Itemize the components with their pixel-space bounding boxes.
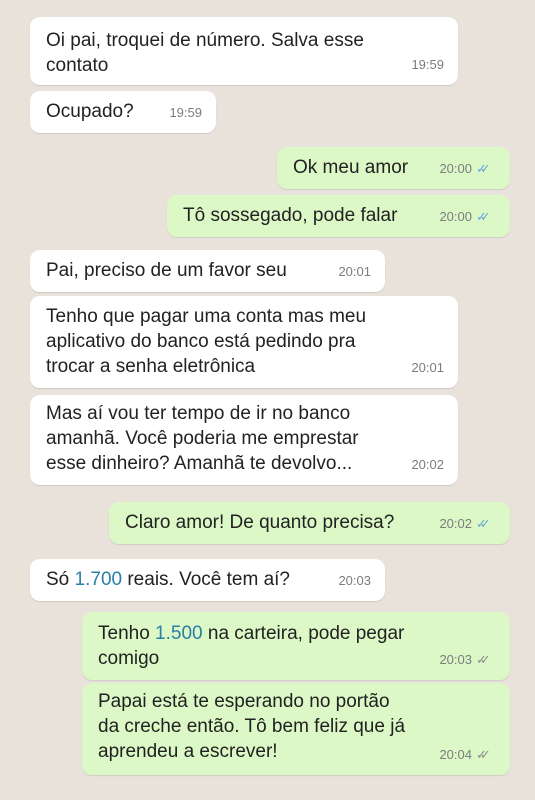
message-text: Tenho 1.500 na carteira, pode pegar comi…	[98, 621, 494, 671]
message-time: 20:03	[439, 652, 472, 667]
message-time: 20:02	[411, 457, 444, 472]
message-text: Mas aí vou ter tempo de ir no banco aman…	[46, 403, 359, 474]
message-text: Oi pai, troquei de número. Salva esse co…	[46, 30, 364, 76]
message-bubble[interactable]: Só 1.700 reais. Você tem aí? 20:03	[30, 559, 385, 601]
message-time: 20:02	[439, 516, 472, 531]
message-bubble[interactable]: Claro amor! De quanto precisa? 20:02 ✓✓	[109, 502, 510, 544]
amount-link[interactable]: 1.500	[155, 623, 203, 644]
message-text: Pai, preciso de um favor seu	[46, 260, 287, 281]
text-segment: Tenho	[98, 623, 156, 644]
message-text: Papai está te esperando no portão da cre…	[98, 691, 406, 762]
message-time: 20:04	[439, 747, 472, 762]
chat-area: Oi pai, troquei de número. Salva esse co…	[0, 0, 535, 800]
message-text: Só 1.700 reais. Você tem aí?	[46, 567, 369, 592]
message-bubble[interactable]: Tenho 1.500 na carteira, pode pegar comi…	[82, 612, 510, 680]
message-bubble[interactable]: Mas aí vou ter tempo de ir no banco aman…	[30, 395, 458, 485]
message-time: 20:01	[338, 264, 371, 279]
double-check-icon: ✓✓	[476, 516, 491, 531]
text-segment: reais. Você tem aí?	[122, 569, 290, 590]
message-text: Tenho que pagar uma conta mas meu aplica…	[46, 306, 367, 377]
message-bubble[interactable]: Tô sossegado, pode falar 20:00 ✓✓	[167, 195, 510, 237]
double-check-icon: ✓✓	[476, 209, 491, 224]
message-bubble[interactable]: Pai, preciso de um favor seu 20:01	[30, 250, 385, 292]
double-check-icon: ✓✓	[476, 652, 491, 667]
message-bubble[interactable]: Papai está te esperando no portão da cre…	[82, 683, 510, 775]
amount-link[interactable]: 1.700	[75, 569, 123, 590]
message-bubble[interactable]: Oi pai, troquei de número. Salva esse co…	[30, 17, 458, 85]
text-segment: Só	[46, 569, 75, 590]
message-time: 19:59	[169, 105, 202, 120]
message-time: 20:00	[439, 161, 472, 176]
message-time: 20:03	[338, 573, 371, 588]
message-bubble[interactable]: Ocupado? 19:59	[30, 91, 216, 133]
double-check-icon: ✓✓	[476, 747, 491, 762]
message-time: 20:00	[439, 209, 472, 224]
message-bubble[interactable]: Tenho que pagar uma conta mas meu aplica…	[30, 296, 458, 388]
message-time: 20:01	[411, 360, 444, 375]
message-time: 19:59	[411, 57, 444, 72]
message-bubble[interactable]: Ok meu amor 20:00 ✓✓	[277, 147, 510, 189]
double-check-icon: ✓✓	[476, 161, 491, 176]
